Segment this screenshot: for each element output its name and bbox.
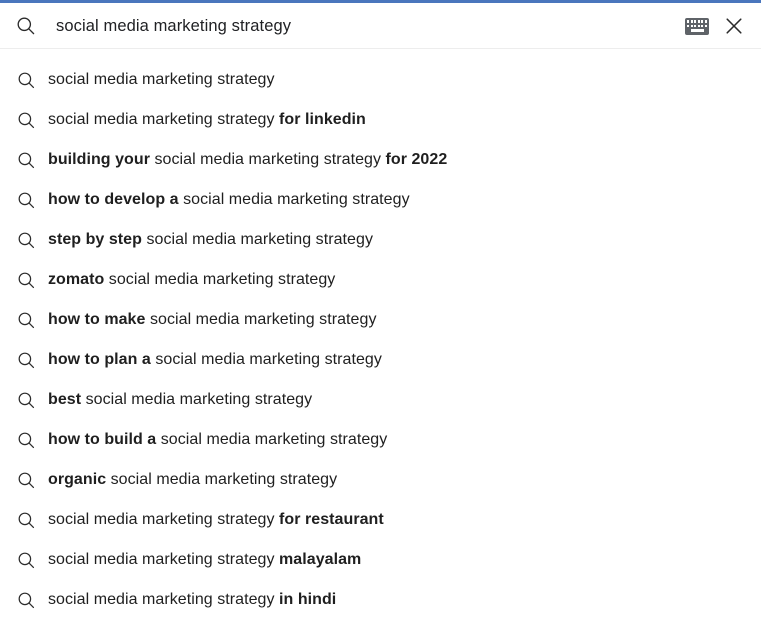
search-icon — [14, 428, 38, 452]
suggestion-row[interactable]: how to make social media marketing strat… — [0, 300, 761, 340]
suggestion-row[interactable]: how to build a social media marketing st… — [0, 420, 761, 460]
search-icon — [14, 148, 38, 172]
suggestion-text: social media marketing strategy malayala… — [48, 551, 362, 568]
search-icon — [14, 108, 38, 132]
suggestion-row[interactable]: social media marketing strategy for rest… — [0, 500, 761, 540]
suggestion-row[interactable]: organic social media marketing strategy — [0, 460, 761, 500]
search-icon — [14, 308, 38, 332]
suggestion-text: how to plan a social media marketing str… — [48, 351, 382, 368]
search-icon — [14, 68, 38, 92]
search-icon — [14, 228, 38, 252]
search-icon — [14, 468, 38, 492]
suggestion-text: how to develop a social media marketing … — [48, 191, 410, 208]
search-icon — [14, 588, 38, 612]
suggestion-text: how to build a social media marketing st… — [48, 431, 388, 448]
suggestion-text: how to make social media marketing strat… — [48, 311, 377, 328]
suggestion-text: zomato social media marketing strategy — [48, 271, 336, 288]
search-icon — [14, 548, 38, 572]
search-suggestions-panel: social media marketing strategy social m… — [0, 0, 761, 628]
suggestion-row[interactable]: social media marketing strategy malayala… — [0, 540, 761, 580]
search-icon — [14, 348, 38, 372]
suggestion-row[interactable]: social media marketing strategy in hindi — [0, 580, 761, 620]
search-input[interactable]: social media marketing strategy — [56, 14, 685, 38]
suggestion-text: best social media marketing strategy — [48, 391, 313, 408]
suggestion-row[interactable]: step by step social media marketing stra… — [0, 220, 761, 260]
suggestion-text: social media marketing strategy for link… — [48, 111, 366, 128]
suggestion-text: organic social media marketing strategy — [48, 471, 338, 488]
suggestion-row[interactable]: best social media marketing strategy — [0, 380, 761, 420]
suggestion-row[interactable]: building your social media marketing str… — [0, 140, 761, 180]
search-icon — [14, 14, 38, 38]
suggestion-text: step by step social media marketing stra… — [48, 231, 373, 248]
suggestion-text: building your social media marketing str… — [48, 151, 448, 168]
keyboard-icon[interactable] — [685, 17, 709, 35]
search-bar[interactable]: social media marketing strategy — [0, 3, 761, 49]
suggestion-list: social media marketing strategy social me… — [0, 49, 761, 620]
close-icon[interactable] — [723, 15, 745, 37]
suggestion-row[interactable]: zomato social media marketing strategy — [0, 260, 761, 300]
search-icon — [14, 508, 38, 532]
search-icon — [14, 268, 38, 292]
search-bar-actions — [685, 15, 745, 37]
suggestion-text: social media marketing strategy for rest… — [48, 511, 384, 528]
suggestion-row[interactable]: how to develop a social media marketing … — [0, 180, 761, 220]
suggestion-row[interactable]: social media marketing strategy for link… — [0, 100, 761, 140]
suggestion-row[interactable]: how to plan a social media marketing str… — [0, 340, 761, 380]
suggestion-text: social media marketing strategy in hindi — [48, 591, 337, 608]
search-icon — [14, 188, 38, 212]
search-icon — [14, 388, 38, 412]
suggestion-text: social media marketing strategy — [48, 71, 275, 88]
suggestion-row[interactable]: social media marketing strategy — [0, 60, 761, 100]
